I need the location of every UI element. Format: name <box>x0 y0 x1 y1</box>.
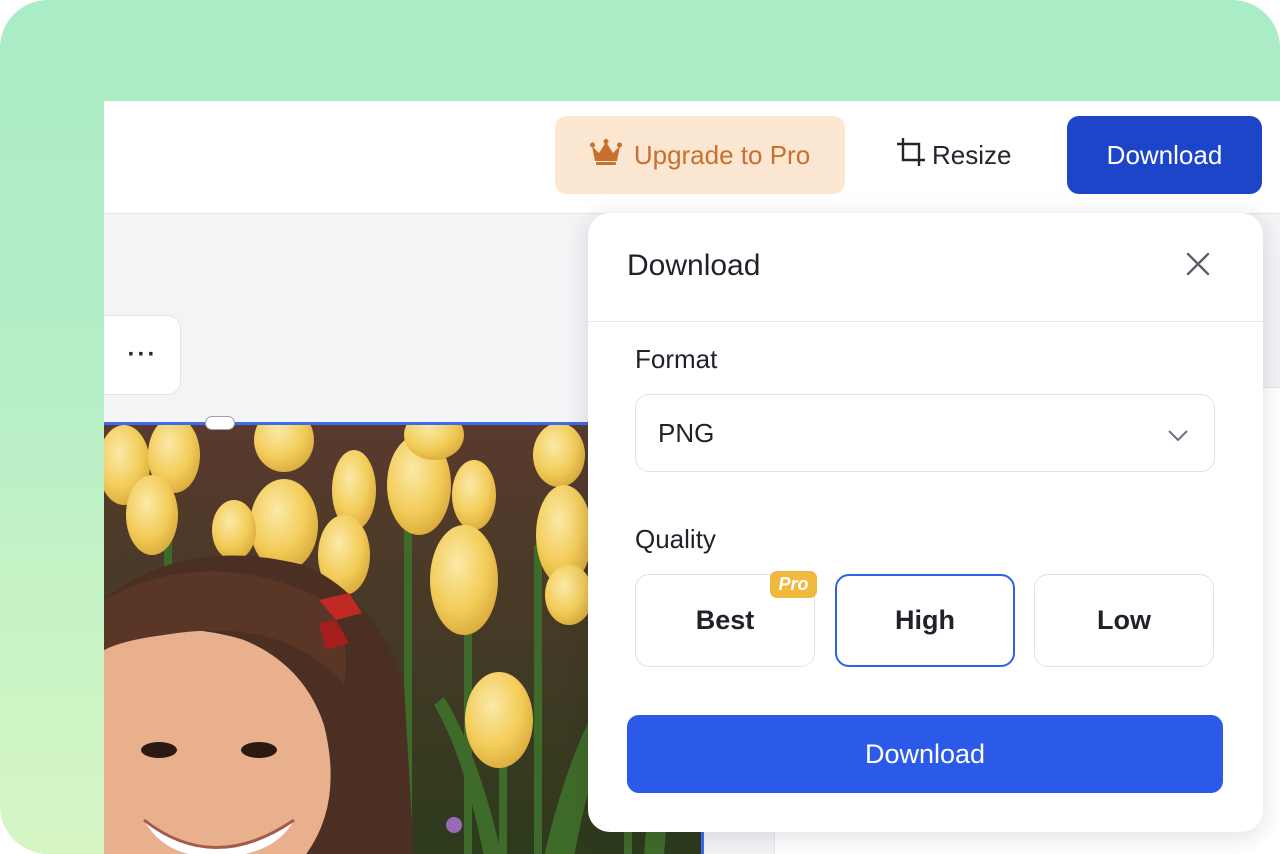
more-dots-icon: ··· <box>127 341 158 368</box>
top-toolbar: Upgrade to Pro Resize Download <box>104 101 1280 214</box>
pro-badge: Pro <box>770 571 817 598</box>
resize-button[interactable]: Resize <box>896 116 1018 194</box>
crown-icon <box>589 138 622 172</box>
download-button[interactable]: Download <box>627 715 1223 793</box>
crop-icon <box>896 137 926 174</box>
download-label: Download <box>1106 139 1223 170</box>
quality-option-label: Best <box>695 605 755 635</box>
format-select[interactable]: PNG <box>635 394 1215 472</box>
top-download-button[interactable]: Download <box>1067 116 1262 194</box>
format-label: Format <box>635 344 718 374</box>
dialog-header: Download <box>588 213 1263 322</box>
background-frame: Upgrade to Pro Resize Download ··· Downl… <box>0 0 1280 854</box>
quality-option-low[interactable]: Low <box>1034 574 1214 667</box>
upgrade-label: Upgrade to Pro <box>633 139 811 170</box>
dialog-title: Download <box>627 249 761 282</box>
resize-label: Resize <box>932 139 1012 170</box>
quality-label: Quality <box>635 524 716 554</box>
close-button[interactable] <box>1182 250 1214 282</box>
upgrade-to-pro-button[interactable]: Upgrade to Pro <box>555 116 845 194</box>
download-dialog: Download Format PNG Quality Best Pro Hig… <box>588 213 1263 832</box>
quality-option-high[interactable]: High <box>835 574 1015 667</box>
download-button-label: Download <box>864 738 986 769</box>
quality-option-label: High <box>895 605 955 635</box>
format-value: PNG <box>658 417 715 448</box>
more-options-button[interactable]: ··· <box>104 315 181 395</box>
quality-option-label: Low <box>1097 605 1151 635</box>
close-icon <box>1186 252 1210 281</box>
resize-handle[interactable] <box>205 416 235 430</box>
chevron-down-icon <box>1168 418 1188 449</box>
